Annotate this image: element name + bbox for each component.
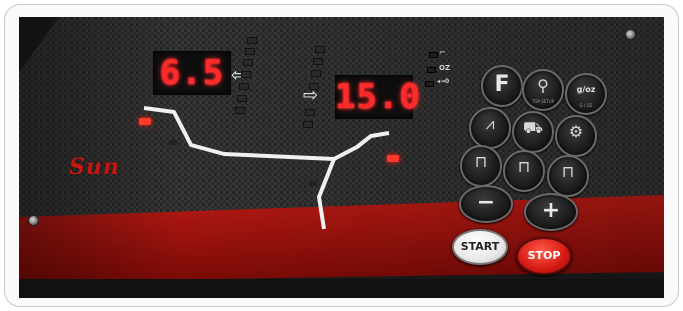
motorcycle-button[interactable]: ⚙: [555, 115, 597, 157]
start-button[interactable]: START: [452, 229, 508, 265]
wheel-option-icon: ⌐: [439, 48, 446, 57]
balancing-mode-button[interactable]: ⩘: [469, 107, 511, 149]
right-plane-led: [387, 155, 399, 162]
grams-ounces-button[interactable]: g/oz G / OZ: [565, 73, 607, 115]
rim-width-icon: ⊓: [517, 157, 531, 176]
option-led-2: [427, 67, 436, 73]
distance-button[interactable]: ⊓: [460, 145, 502, 187]
rim-distance-icon: ⊓: [474, 152, 488, 171]
left-weight-display: 6.5: [152, 50, 232, 96]
left-plane-led: [139, 118, 151, 125]
grams-label: g/oz: [576, 85, 596, 94]
settings-caption: TOP SETUP: [531, 99, 555, 104]
plus-button[interactable]: +: [524, 193, 578, 231]
zigzag-icon: ⩘: [485, 114, 495, 133]
settings-button[interactable]: ⚲ TOP SETUP: [522, 69, 564, 111]
screw-bottom-left: [28, 215, 39, 226]
logo-text: Sun: [69, 154, 120, 180]
vehicle-button[interactable]: ⛟: [512, 111, 554, 153]
f-button[interactable]: F: [481, 65, 523, 107]
option-led-3: [425, 81, 434, 87]
rim-diameter-icon: ⊓: [561, 162, 575, 181]
minus-button[interactable]: −: [459, 185, 513, 223]
balancer-photo: Sun 6.5 ⇦ ⇨ 15.0 ⌐ OZ ◂→0 F ⚲ TOP SETUP …: [19, 17, 664, 298]
stop-button[interactable]: STOP: [516, 237, 572, 275]
zero-label: ◂→0: [437, 78, 450, 85]
minus-label: −: [476, 190, 496, 215]
f-button-label: F: [494, 72, 510, 97]
oz-label: OZ: [439, 64, 451, 72]
motorcycle-icon: ⚙: [568, 122, 584, 141]
width-button[interactable]: ⊓: [503, 150, 545, 192]
wrench-icon: ⚲: [537, 76, 549, 95]
sun-logo: Sun: [69, 154, 120, 180]
screw-top-right: [625, 29, 636, 40]
right-weight-display: 15.0: [334, 74, 420, 120]
option-led-1: [429, 52, 438, 58]
car-icon: ⛟: [522, 118, 544, 137]
plus-label: +: [541, 198, 561, 223]
right-arrow-icon: ⇨: [303, 85, 319, 106]
diameter-button[interactable]: ⊓: [547, 155, 589, 197]
grams-caption: G / OZ: [579, 103, 593, 108]
